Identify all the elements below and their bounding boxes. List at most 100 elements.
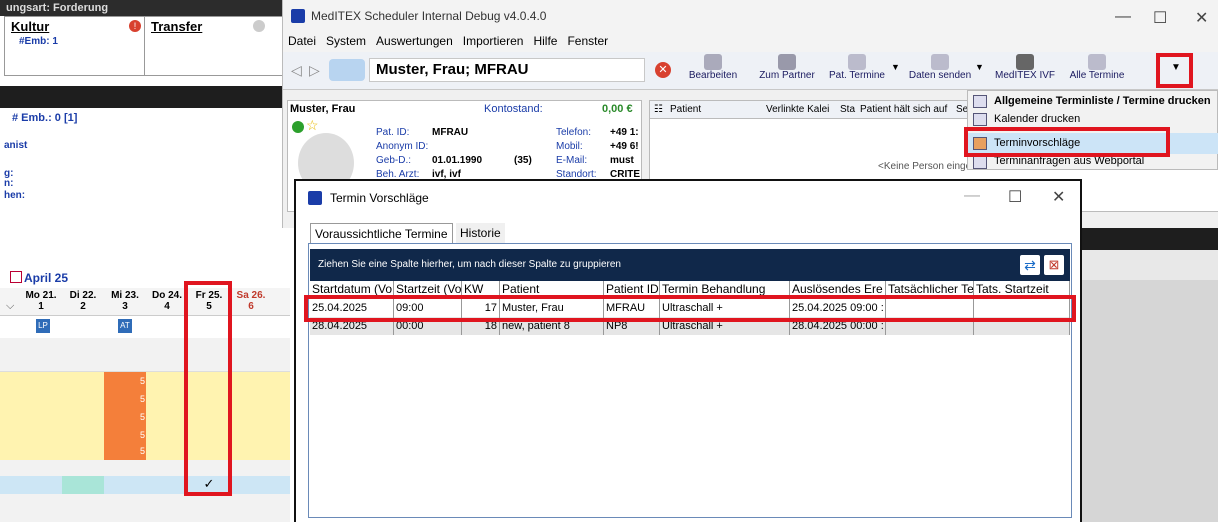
info-name: Muster, Frau: [290, 103, 356, 115]
empty-grid-text: <Keine Person einget: [878, 161, 974, 172]
daten-senden-dropdown-icon[interactable]: ▼: [975, 62, 984, 72]
kontostand-label: Kontostand:: [484, 103, 543, 115]
telefon-value: +49 1:: [610, 127, 639, 138]
slot-mark-2: 5: [140, 394, 146, 404]
daten-senden-button[interactable]: Daten senden: [905, 54, 975, 88]
status-dot-icon: [253, 20, 265, 32]
grid-col-verlinkte[interactable]: Verlinkte Kalei: [766, 104, 829, 115]
chevron-down-icon[interactable]: ⌵: [6, 300, 14, 313]
warning-icon: !: [129, 20, 141, 32]
dark-strip-right: [1082, 228, 1218, 250]
badge-row: LP AT: [0, 316, 290, 338]
calendar-slots[interactable]: 5 5 5 5 5: [0, 372, 290, 460]
window-title: MedITEX Scheduler Internal Debug v4.0.4.…: [311, 9, 547, 23]
alle-termine-button[interactable]: Alle Termine: [1067, 54, 1127, 88]
calendar-gap: [0, 338, 290, 372]
left-label-4: hen:: [4, 190, 26, 201]
transfer-header[interactable]: Transfer: [145, 17, 290, 36]
left-topbar: ungsart: Forderung: [0, 0, 290, 16]
gebd-label: Geb-D.:: [376, 155, 412, 166]
transfer-column[interactable]: Transfer: [145, 17, 290, 75]
grid-col-patient[interactable]: Patient: [670, 104, 701, 115]
dialog-close-icon[interactable]: ✕: [1052, 187, 1065, 207]
friday-highlight: [184, 281, 232, 496]
emb-row: # Emb.: 0 [1]: [12, 112, 78, 124]
dialog-minimize-icon[interactable]: —: [964, 187, 980, 205]
teal-slot[interactable]: [62, 476, 104, 494]
menu-system[interactable]: System: [321, 32, 371, 50]
tab-historie[interactable]: Historie: [456, 223, 505, 243]
kultur-column[interactable]: Kultur #Emb: 1 !: [5, 17, 145, 75]
maximize-icon[interactable]: ☐: [1153, 8, 1167, 28]
mobil-value: +49 6!: [610, 141, 639, 152]
pat-id-label: Pat. ID:: [376, 127, 410, 138]
back-icon[interactable]: ◁: [291, 62, 302, 79]
export-icon[interactable]: ⊠: [1044, 255, 1064, 275]
patient-search-icon[interactable]: [329, 59, 365, 81]
at-badge[interactable]: AT: [118, 319, 132, 333]
menu-datei[interactable]: Datei: [283, 32, 321, 50]
calendar-list-icon: [848, 54, 866, 70]
minimize-icon[interactable]: —: [1115, 8, 1131, 26]
slot-mark-4: 5: [140, 430, 146, 440]
kultur-header[interactable]: Kultur: [5, 17, 144, 36]
age-value: (35): [514, 155, 532, 166]
dialog-tabs: Voraussichtliche Termine Historie: [310, 223, 1070, 243]
email-label: E-Mail:: [556, 155, 588, 166]
patient-name-field[interactable]: Muster, Frau; MFRAU: [369, 58, 645, 82]
send-icon: [931, 54, 949, 70]
forward-icon[interactable]: ▷: [309, 62, 320, 79]
background-app-panel: ungsart: Forderung Kultur #Emb: 1 ! Tran…: [0, 0, 290, 522]
menu-importieren[interactable]: Importieren: [458, 32, 529, 50]
pat-termine-dropdown-icon[interactable]: ▼: [891, 62, 900, 72]
bearbeiten-button[interactable]: Bearbeiten: [683, 54, 743, 88]
app-icon: [291, 9, 305, 23]
calendar-gap-2: [0, 460, 290, 476]
tab-voraussichtliche-termine[interactable]: Voraussichtliche Termine: [310, 223, 453, 243]
day-header-mi[interactable]: Mi 23. 3: [104, 290, 146, 312]
zum-partner-button[interactable]: Zum Partner: [755, 54, 819, 88]
right-bg-grid: [1082, 280, 1218, 522]
menu-hilfe[interactable]: Hilfe: [528, 32, 562, 50]
calendar-footer: [0, 494, 290, 522]
status-green-icon: [292, 121, 304, 133]
grid-col-sta[interactable]: Sta: [840, 104, 855, 115]
grid-col-aufenthalt[interactable]: Patient hält sich auf: [860, 104, 947, 115]
group-by-bar[interactable]: Ziehen Sie eine Spalte hierher, um nach …: [310, 249, 1070, 281]
left-label-1: anist: [4, 140, 28, 151]
slot-mark-3: 5: [140, 412, 146, 422]
all-appointments-icon: [1088, 54, 1106, 70]
menu-bar: Datei System Auswertungen Importieren Hilfe F…: [283, 32, 1218, 52]
refresh-icon[interactable]: ⇄: [1020, 255, 1040, 275]
menu-fenster[interactable]: Fenster: [562, 32, 613, 50]
day-header-do[interactable]: Do 24. 4: [146, 290, 188, 312]
meditex-ivf-button[interactable]: MedITEX IVF: [989, 54, 1061, 88]
dialog-maximize-icon[interactable]: ☐: [1008, 187, 1022, 207]
pat-termine-button[interactable]: Pat. Termine: [825, 54, 889, 88]
pat-id-value: MFRAU: [432, 127, 469, 138]
clear-icon[interactable]: ✕: [655, 62, 671, 78]
toolbar: ◁ ▷ Muster, Frau; MFRAU ✕ Bearbeiten Zum…: [283, 52, 1218, 90]
grid-icon: ☷: [654, 104, 663, 115]
left-label-3: n:: [4, 178, 14, 189]
dialog-body: Voraussichtliche Termine Historie Ziehen…: [296, 217, 1080, 522]
menu-auswertungen[interactable]: Auswertungen: [371, 32, 458, 50]
day-header-sa[interactable]: Sa 26. 6: [230, 290, 272, 312]
dialog-title-bar: Termin Vorschläge — ☐ ✕: [296, 181, 1080, 217]
culture-transfer-table: Kultur #Emb: 1 ! Transfer: [4, 16, 290, 76]
dialog-app-icon: [308, 191, 322, 205]
list-icon: [973, 95, 987, 108]
calendar-bottom-row[interactable]: ✓: [0, 476, 290, 494]
kontostand-value: 0,00 €: [602, 103, 633, 115]
right-bg-area: [1082, 250, 1218, 522]
row-highlight: [304, 295, 1076, 322]
close-icon[interactable]: ✕: [1195, 8, 1208, 28]
lp-badge[interactable]: LP: [36, 319, 50, 333]
group-hint: Ziehen Sie eine Spalte hierher, um nach …: [318, 259, 621, 270]
day-header-di[interactable]: Di 22. 2: [62, 290, 104, 312]
day-header-mo[interactable]: Mo 21. 1: [20, 290, 62, 312]
dropdown-highlight: [1156, 53, 1193, 88]
month-label: April 25: [24, 271, 69, 285]
terminvorschlaege-highlight: [964, 127, 1170, 157]
star-icon[interactable]: ☆: [306, 117, 319, 134]
